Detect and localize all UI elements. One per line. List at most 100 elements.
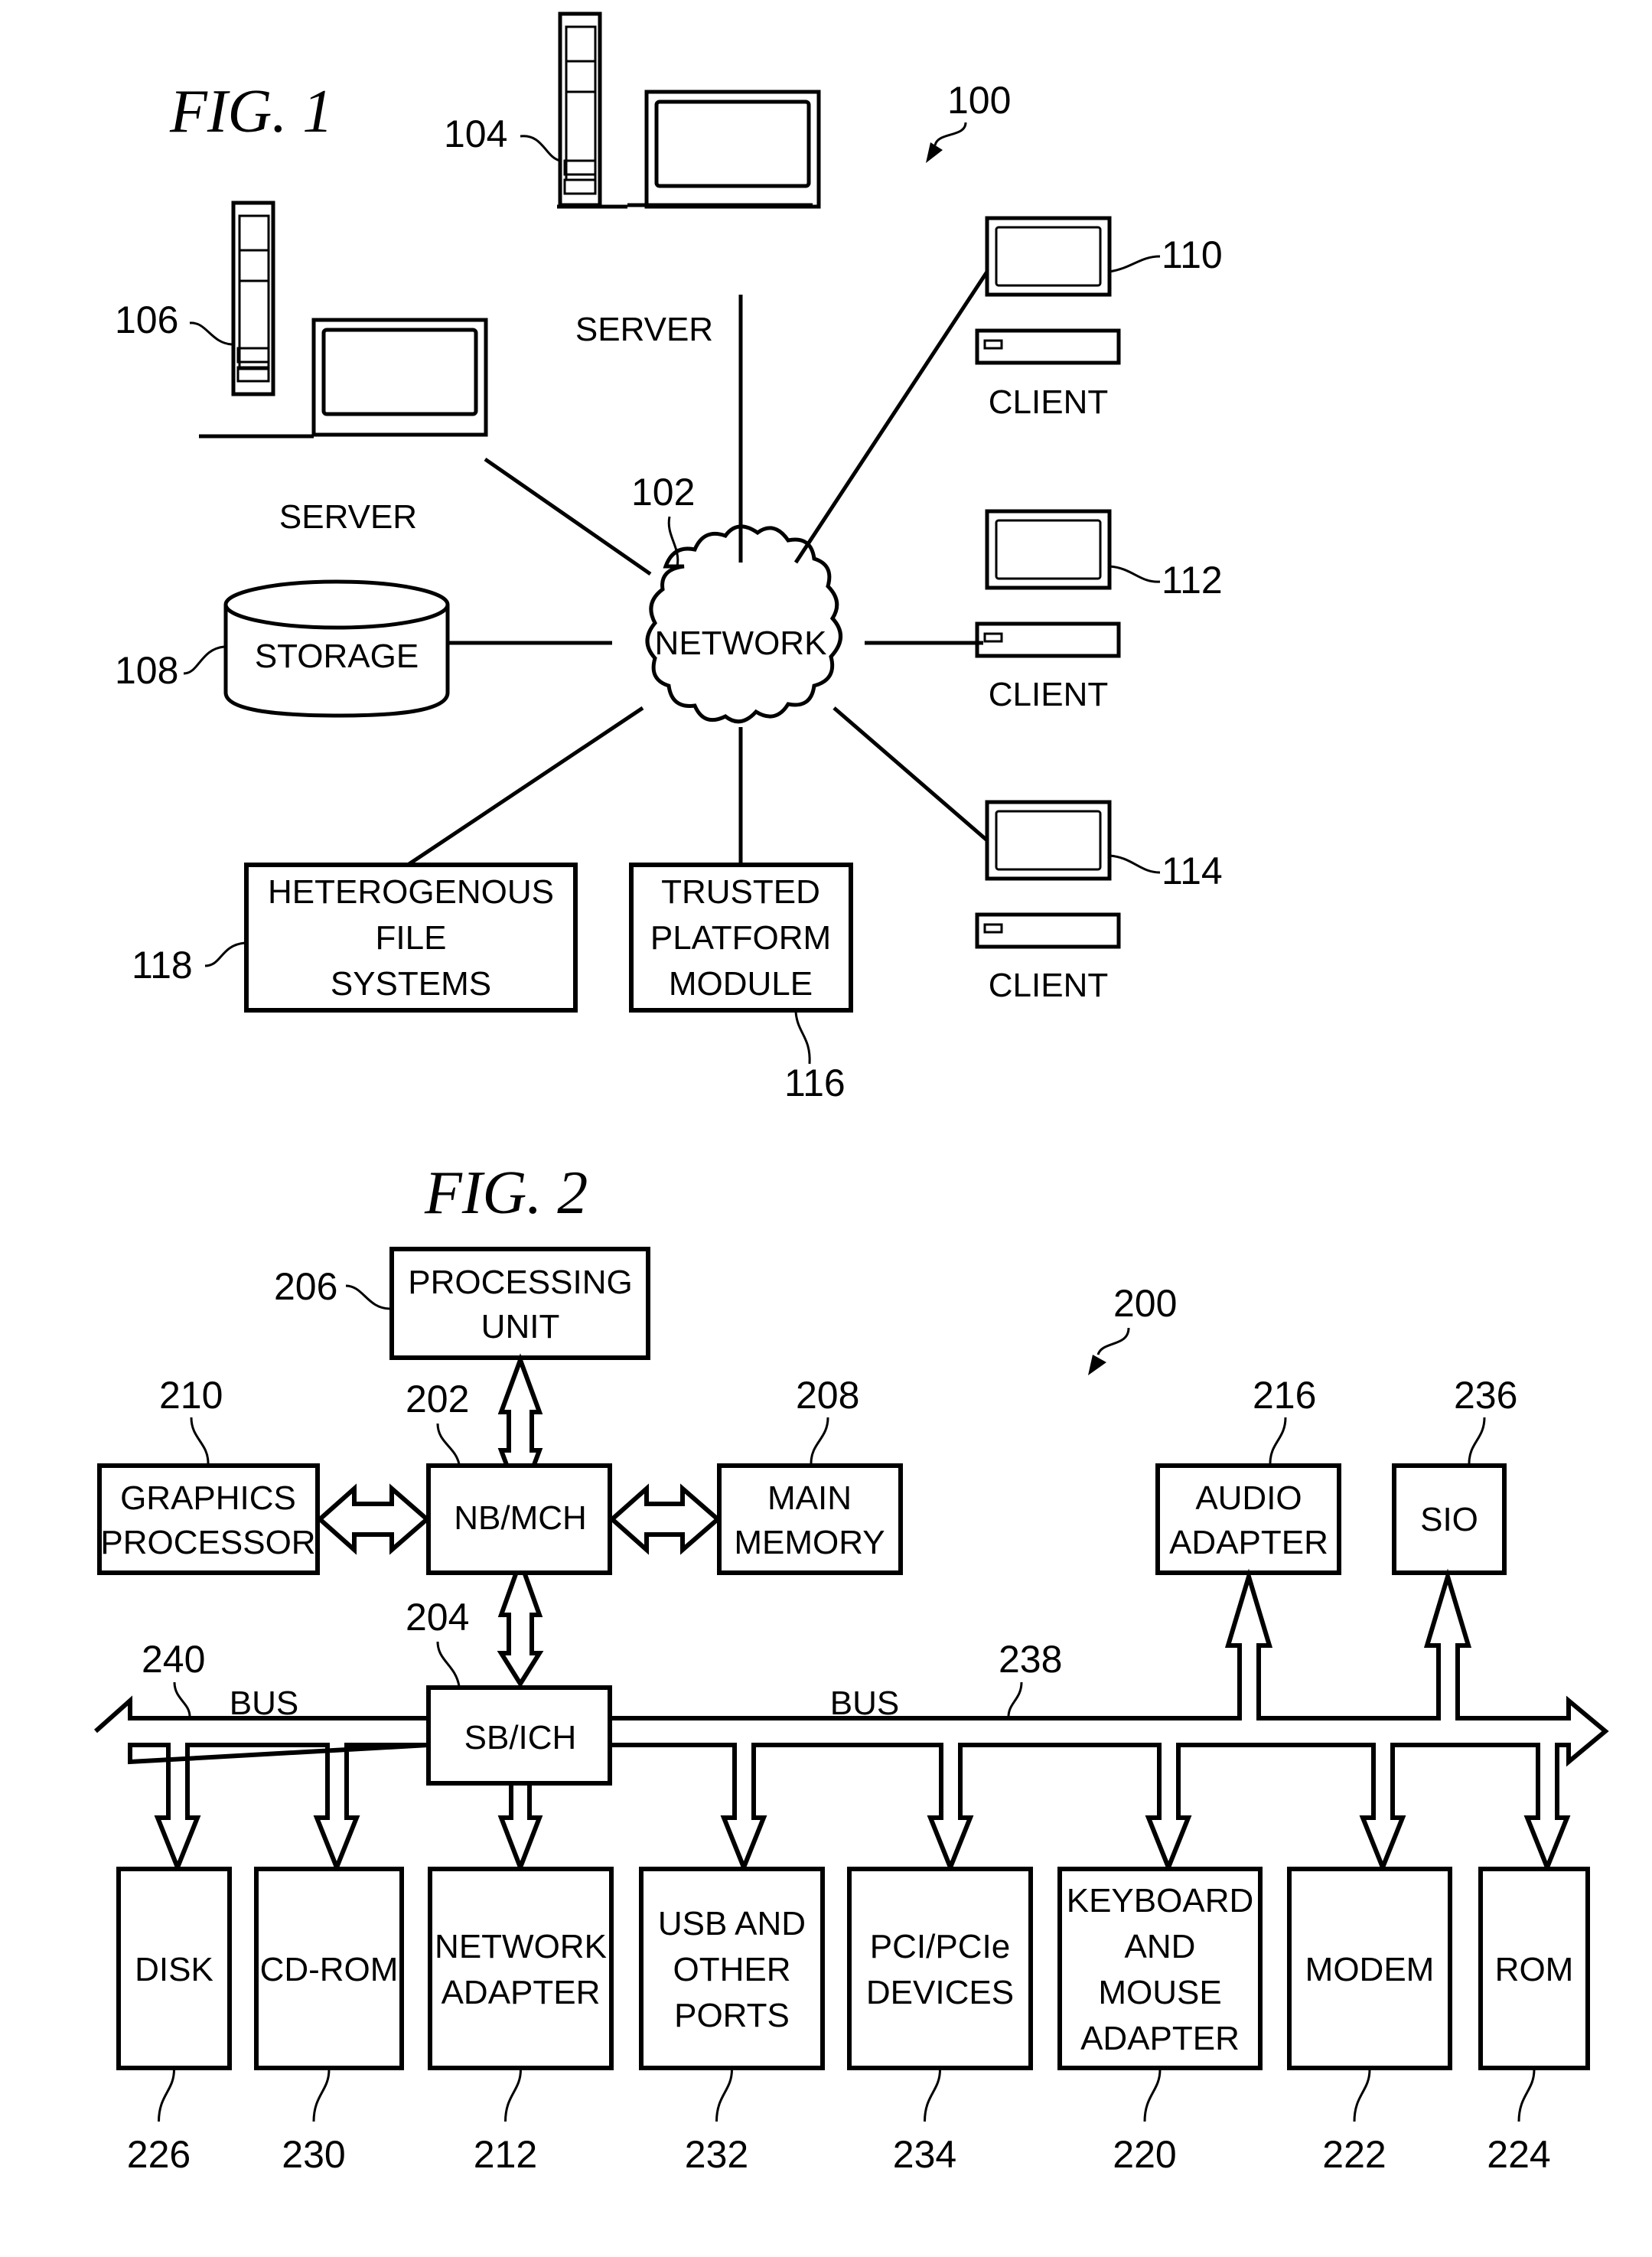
nb-mch-label: NB/MCH: [454, 1499, 587, 1537]
bus-left-label: BUS: [230, 1685, 298, 1722]
device-ref: 234: [893, 2133, 956, 2176]
client-112-ref-leader: [1109, 565, 1161, 583]
main-memory-line-1: MAIN: [767, 1479, 852, 1517]
device-ref-leader: [312, 2069, 331, 2122]
server-104-ref-leader: [520, 135, 561, 162]
device-ref-leader: [504, 2069, 522, 2122]
device-ref: 212: [474, 2133, 537, 2176]
client-monitor-icon: [985, 216, 1112, 297]
sb-ich-box: SB/ICH: [426, 1685, 612, 1786]
server-monitor-icon: [644, 90, 821, 209]
system-ref-leader: [934, 122, 967, 146]
device-label-line: MODEM: [1305, 1951, 1435, 1988]
client-110-ref-leader: [1109, 255, 1161, 273]
client-114-ref-leader: [1109, 854, 1161, 874]
device-ref: 222: [1322, 2133, 1386, 2176]
hfs-line-2: FILE: [376, 919, 447, 957]
server-106-label: SERVER: [279, 498, 417, 536]
sio-label: SIO: [1420, 1501, 1478, 1538]
device-ref: 226: [127, 2133, 191, 2176]
storage-label: STORAGE: [255, 638, 419, 675]
fig1-system-ref: 100: [947, 79, 1011, 122]
tpm-ref-leader: [794, 1011, 811, 1065]
device-label-line: MOUSE: [1098, 1974, 1221, 2011]
processing-unit-ref: 206: [274, 1265, 337, 1308]
sb-ich-ref-leader: [436, 1641, 461, 1687]
device-ref-leader: [715, 2069, 733, 2122]
network-links: [406, 270, 989, 867]
device-box-222: MODEM 222: [1287, 1867, 1452, 2176]
fig2-title: FIG. 2: [424, 1159, 588, 1227]
device-ref-leader: [1517, 2069, 1536, 2122]
audio-adapter-box: AUDIO ADAPTER: [1155, 1463, 1341, 1575]
fig1-title: FIG. 1: [169, 78, 333, 145]
device-label-line: ADAPTER: [1080, 2020, 1240, 2057]
sio-ref: 236: [1454, 1374, 1517, 1417]
device-label-line: USB AND: [658, 1905, 806, 1942]
device-box-outline: [428, 1867, 614, 2070]
device-box-226: DISK 226: [116, 1867, 232, 2176]
system-bus: [94, 1568, 1609, 1874]
gfx-nb-double-arrow: [316, 1483, 431, 1555]
device-label-line: ROM: [1495, 1951, 1574, 1988]
device-label-line: PCI/PCIe: [870, 1928, 1010, 1965]
device-box-234: PCI/PCIe DEVICES 234: [847, 1867, 1033, 2176]
device-ref-leader: [1143, 2069, 1162, 2122]
server-106-ref-leader: [189, 321, 233, 346]
audio-ref: 216: [1253, 1374, 1316, 1417]
server-104-ref: 104: [444, 113, 507, 155]
main-memory-ref-leader: [810, 1417, 829, 1464]
tpm-line-3: MODULE: [669, 965, 813, 1003]
hfs-line-1: HETEROGENOUS: [268, 873, 554, 911]
hfs-line-3: SYSTEMS: [331, 965, 491, 1003]
client-110-label: CLIENT: [989, 383, 1108, 421]
client-112-label: CLIENT: [989, 676, 1108, 713]
device-box-212: NETWORK ADAPTER 212: [428, 1867, 614, 2176]
storage-cylinder: STORAGE: [223, 579, 450, 718]
sb-ich-label: SB/ICH: [464, 1719, 577, 1756]
device-ref: 220: [1113, 2133, 1176, 2176]
client-monitor-icon: [985, 800, 1112, 881]
main-memory-ref: 208: [796, 1374, 859, 1417]
fig1: FIG. 1 100 NETWORK 102 SERVER 104 SERVER…: [115, 11, 1223, 1104]
device-ref: 230: [282, 2133, 345, 2176]
graphics-line-1: GRAPHICS: [120, 1479, 296, 1517]
tpm-line-2: PLATFORM: [650, 919, 831, 957]
sio-box: SIO: [1392, 1463, 1507, 1575]
bus-right-label: BUS: [830, 1685, 899, 1722]
client-112: CLIENT: [975, 509, 1121, 713]
device-box-224: ROM 224: [1478, 1867, 1590, 2176]
nb-mem-double-arrow: [608, 1483, 722, 1555]
bus-left-ref: 240: [142, 1638, 205, 1681]
device-label-line: OTHER: [673, 1951, 791, 1988]
device-label-line: PORTS: [674, 1997, 790, 2034]
trusted-platform-module-box: TRUSTED PLATFORM MODULE: [629, 863, 853, 1013]
sb-network-arrow: [497, 1783, 543, 1874]
device-ref-leader: [1353, 2069, 1371, 2122]
server-104-label: SERVER: [575, 311, 713, 348]
nb-sb-double-arrow: [497, 1554, 544, 1688]
server-106-ref: 106: [115, 298, 178, 341]
client-114: CLIENT: [975, 800, 1121, 1004]
device-row: DISK 226 CD-ROM 230 NETWORK ADAPTER 212 USB AND…: [116, 1867, 1590, 2176]
processing-unit-ref-leader: [345, 1284, 391, 1310]
audio-line-1: AUDIO: [1195, 1479, 1302, 1517]
nb-mch-ref: 202: [406, 1378, 469, 1420]
tpm-ref: 116: [784, 1062, 846, 1104]
device-label-line: ADAPTER: [442, 1974, 601, 2011]
device-label-line: NETWORK: [435, 1928, 607, 1965]
patent-drawing: FIG. 1 100 NETWORK 102 SERVER 104 SERVER…: [94, 11, 1609, 2176]
device-label-line: AND: [1125, 1928, 1196, 1965]
processing-unit-box: PROCESSING UNIT: [389, 1247, 650, 1360]
server-106: SERVER: [199, 201, 488, 536]
device-ref: 224: [1487, 2133, 1550, 2176]
client-112-ref: 112: [1162, 559, 1223, 602]
fig2: FIG. 2 200 PROCESSING UNIT 206 NB/MCH 20…: [94, 1159, 1609, 2176]
audio-line-2: ADAPTER: [1169, 1524, 1328, 1561]
processing-unit-line-2: UNIT: [481, 1308, 560, 1345]
graphics-ref: 210: [159, 1374, 223, 1417]
device-ref-leader: [158, 2069, 175, 2122]
device-box-220: KEYBOARD AND MOUSE ADAPTER 220: [1057, 1867, 1263, 2176]
bus-left-ref-leader: [173, 1681, 191, 1717]
tpm-line-1: TRUSTED: [661, 873, 820, 911]
